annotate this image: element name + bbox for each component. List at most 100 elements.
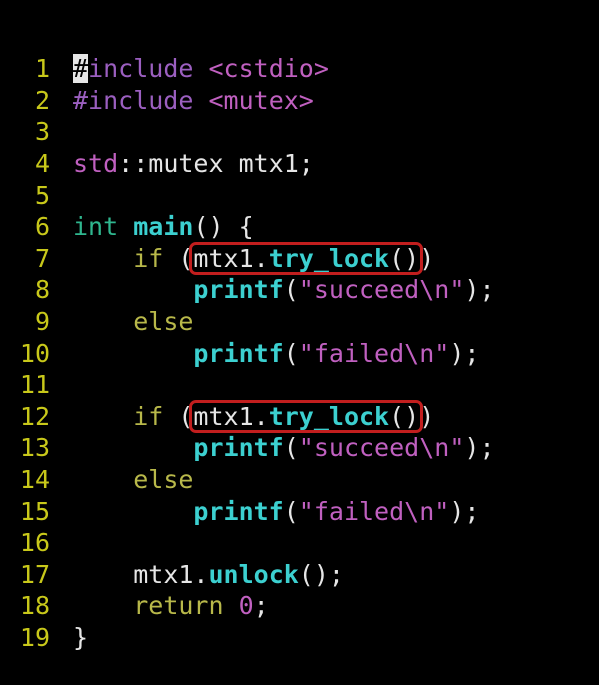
line-number: 14 [19,464,50,494]
code-token: printf [193,496,284,526]
line-number: 7 [34,243,50,273]
code-line[interactable]: 2 #include <mutex> [0,85,599,117]
code-token: try_lock [268,401,390,431]
text-cursor: # [73,54,89,84]
code-token: :: [118,148,149,178]
code-token: mtx1. [133,559,209,589]
code-token: \n [404,496,435,526]
code-token: ); [464,275,495,305]
code-line[interactable]: 7 if (mtx1.try_lock()) [0,243,599,275]
code-text: if (mtx1.try_lock()) [73,243,434,275]
code-text: if (mtx1.try_lock()) [73,401,434,433]
code-token: "succeed [298,433,420,463]
code-token: "succeed [298,275,420,305]
code-token: include [88,54,194,84]
code-line[interactable]: 6 int main() { [0,211,599,243]
code-token: 0 [238,591,254,621]
code-text: #include <cstdio> [73,53,329,85]
code-token: return [133,591,224,621]
line-number: 6 [34,212,50,242]
code-token: () { [193,212,254,242]
code-line[interactable]: 15 printf("failed\n"); [0,496,599,528]
code-token: } [73,622,89,652]
code-token: mutex [148,148,224,178]
code-token: if [133,243,164,273]
code-line[interactable]: 11 [0,369,599,401]
code-token: ); [449,496,480,526]
code-text: return 0; [73,590,269,622]
line-number: 19 [19,622,50,652]
code-line[interactable]: 4 std::mutex mtx1; [0,148,599,180]
code-line[interactable]: 13 printf("succeed\n"); [0,432,599,464]
code-token: " [434,338,450,368]
code-text: printf("failed\n"); [73,338,479,370]
code-editor[interactable]: 1 #include <cstdio> 2 #include <mutex> 3 4 std… [0,0,599,652]
code-line[interactable]: 19} [0,622,599,654]
line-number: 3 [34,117,50,147]
code-token: <mutex> [208,85,314,115]
line-number: 15 [19,496,50,526]
line-number: 1 [34,54,50,84]
code-token: else [133,464,194,494]
code-line[interactable]: 9 else [0,306,599,338]
code-token: (mtx1. [163,243,269,273]
code-text: else [73,464,193,496]
line-number: 13 [19,433,50,463]
code-text: int main() { [73,211,254,243]
code-line[interactable]: 14 else [0,464,599,496]
code-token: ()) [389,401,435,431]
code-token: ( [283,496,299,526]
code-token: \n [419,275,450,305]
code-token: ()) [389,243,435,273]
line-number: 9 [34,306,50,336]
code-line[interactable]: 16 [0,527,599,559]
code-token: if [133,401,164,431]
code-token: printf [193,433,284,463]
code-text: } [73,622,88,654]
code-line[interactable]: 18 return 0; [0,590,599,622]
code-token: int [73,212,119,242]
line-number: 4 [34,148,50,178]
code-token: ); [449,338,480,368]
code-token: " [449,275,465,305]
code-line[interactable]: 12 if (mtx1.try_lock()) [0,401,599,433]
code-token: " [434,496,450,526]
code-line[interactable]: 10 printf("failed\n"); [0,338,599,370]
code-token: ; [253,591,269,621]
code-line[interactable]: 5 [0,180,599,212]
code-token: ( [283,338,299,368]
code-token: " [449,433,465,463]
line-number: 12 [19,401,50,431]
code-token: try_lock [268,243,390,273]
code-text: std::mutex mtx1; [73,148,314,180]
code-text: printf("succeed\n"); [73,432,494,464]
line-number: 10 [19,338,50,368]
code-text: printf("failed\n"); [73,496,479,528]
code-line[interactable]: 3 [0,116,599,148]
code-token: ( [283,275,299,305]
code-token: "failed [298,338,405,368]
code-token: (); [298,559,344,589]
line-number: 11 [19,370,50,400]
code-line[interactable]: 1 #include <cstdio> [0,53,599,85]
code-lines: 1 #include <cstdio> 2 #include <mutex> 3 4 std… [0,53,599,653]
code-token: main [133,212,194,242]
code-text: #include <mutex> [73,85,314,117]
line-number: 18 [19,591,50,621]
code-line[interactable]: 8 printf("succeed\n"); [0,274,599,306]
code-token: (mtx1. [163,401,269,431]
code-token: \n [419,433,450,463]
code-token: else [133,306,194,336]
line-number: 5 [34,180,50,210]
